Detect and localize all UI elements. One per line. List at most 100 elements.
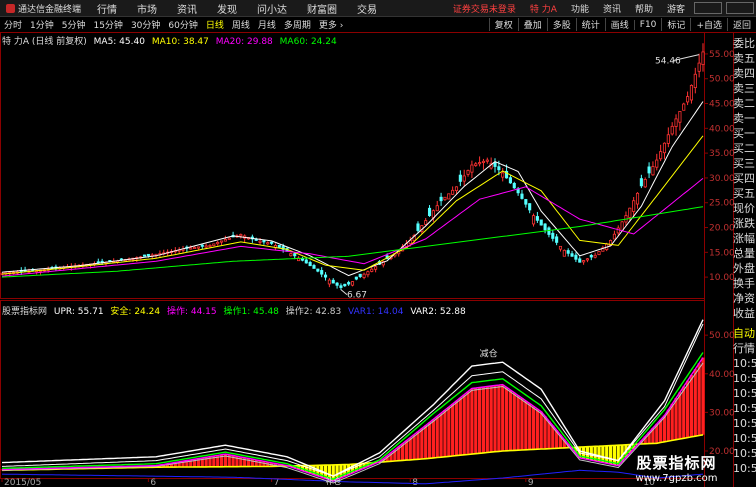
quote-side-panel: 委比 卖五 卖四 卖三 卖二 卖一 买一 买二 买三 买四 买五 现价 涨跌 涨… — [733, 36, 756, 487]
sub-axis-label: 30.00 — [709, 408, 735, 418]
indicator-bar-red — [424, 425, 428, 459]
candle-body — [524, 199, 528, 205]
indicator-bar-red — [524, 400, 528, 450]
indicator-bar-red — [512, 392, 516, 451]
candle-body — [539, 219, 543, 226]
sub-legend: 股票指标网 UPR: 55.71 安全: 24.24 操作: 44.15 操作1… — [2, 304, 470, 317]
legend-op: 操作: 44.15 — [166, 307, 217, 317]
panel-label: 卖五 — [733, 52, 755, 65]
indicator-bar-red — [254, 459, 258, 467]
panel-label: 卖一 — [733, 112, 755, 125]
panel-time: 10:5 — [733, 462, 756, 475]
indicator-bar-red — [666, 409, 670, 442]
indicator-bar-red — [485, 386, 489, 453]
candle-body — [142, 254, 147, 257]
sub-axis-label: 40.00 — [709, 370, 735, 380]
candle-body — [216, 241, 220, 245]
panel-time: 10:5 — [733, 402, 756, 415]
candle-body — [485, 159, 489, 162]
candle-body — [327, 279, 331, 285]
panel-label: 涨幅 — [733, 232, 755, 245]
candle-body — [655, 159, 659, 168]
panel-time: 10:5 — [733, 447, 756, 460]
candle-body — [466, 170, 470, 175]
candle-body — [350, 281, 355, 286]
candle-body — [520, 193, 524, 199]
candle-body — [316, 268, 320, 272]
indicator-bar-red — [462, 394, 466, 455]
ma-line — [1, 178, 704, 277]
indicator-bar-red — [685, 380, 690, 438]
indicator-bar-red — [435, 416, 439, 458]
candle-body — [570, 253, 574, 257]
candle-body — [531, 215, 536, 225]
candle-body — [566, 250, 570, 254]
main-axis-label: 15.00 — [709, 248, 735, 258]
candle-body — [693, 73, 697, 88]
indicator-bar-red — [682, 386, 686, 439]
panel-label: 收益 — [733, 307, 755, 320]
candle-body — [662, 142, 667, 154]
candle-body — [639, 178, 643, 187]
panel-label: 买三 — [733, 157, 755, 170]
panel-auto-label[interactable]: 自动 — [733, 326, 755, 341]
indicator-bar-red — [489, 386, 493, 453]
candle-body — [528, 203, 532, 211]
candle-body — [582, 260, 586, 263]
candle-body — [227, 237, 231, 240]
panel-label: 卖三 — [733, 82, 755, 95]
indicator-bar-red — [539, 411, 543, 450]
indicator-bar-red — [528, 403, 532, 450]
sub-legend-title: 股票指标网 — [2, 307, 48, 317]
indicator-bar-red — [431, 419, 435, 458]
candle-body — [666, 134, 670, 144]
candle-body — [462, 175, 466, 182]
legend-ma60: MA60: 24.24 — [279, 37, 337, 47]
indicator-bar-red — [678, 392, 682, 440]
candle-body — [447, 193, 451, 200]
indicator-bar-yellow — [612, 445, 617, 465]
main-axis-label: 30.00 — [709, 174, 735, 184]
candle-body — [219, 240, 224, 243]
panel-label: 换手 — [733, 277, 755, 290]
candle-body — [270, 241, 274, 244]
main-axis-label: 35.00 — [709, 149, 735, 159]
legend-upr: UPR: 55.71 — [53, 307, 104, 317]
indicator-bar-red — [451, 403, 455, 456]
candle-body — [262, 240, 266, 243]
indicator-bar-red — [508, 389, 513, 451]
indicator-bar-red — [466, 391, 470, 455]
candle-body — [362, 273, 366, 278]
candle-body — [574, 254, 578, 260]
indicator-bar-red — [447, 406, 451, 457]
main-axis-label: 20.00 — [709, 224, 735, 234]
candle-body — [535, 216, 539, 221]
indicator-bar-red — [420, 428, 424, 459]
panel-label: 外盘 — [733, 262, 755, 275]
x-axis-label: 2015/05 — [4, 478, 41, 487]
panel-label: 买一 — [733, 127, 755, 140]
panel-label: 买四 — [733, 172, 755, 185]
sub-axis-label: 50.00 — [709, 331, 735, 341]
indicator-bar-red — [478, 387, 482, 454]
candle-body — [146, 253, 150, 256]
watermark: 股票指标网 www.7gpzb.com — [620, 452, 733, 484]
candle-body — [196, 246, 200, 249]
panel-label: 卖二 — [733, 97, 755, 110]
candle-body — [593, 254, 597, 258]
sub-annotation: 补仓 — [326, 476, 342, 486]
candle-body — [293, 253, 297, 257]
panel-label: 总量 — [733, 247, 755, 260]
panel-time: 10:5 — [733, 432, 756, 445]
indicator-bar-red — [458, 397, 462, 456]
indicator-bar-red — [250, 459, 254, 467]
candle-body — [277, 244, 281, 248]
panel-quote-label: 行情 — [733, 342, 755, 355]
candle-body — [331, 279, 335, 284]
candle-body — [470, 164, 474, 173]
x-axis-label: 9 — [528, 478, 534, 487]
panel-label: 涨跌 — [733, 217, 755, 230]
candle-body — [562, 249, 566, 257]
indicator-bar-red — [689, 374, 694, 437]
kline-chart[interactable]: 55.00 50.00 45.00 40.00 35.00 30.00 25.00 20.00… — [0, 0, 756, 487]
